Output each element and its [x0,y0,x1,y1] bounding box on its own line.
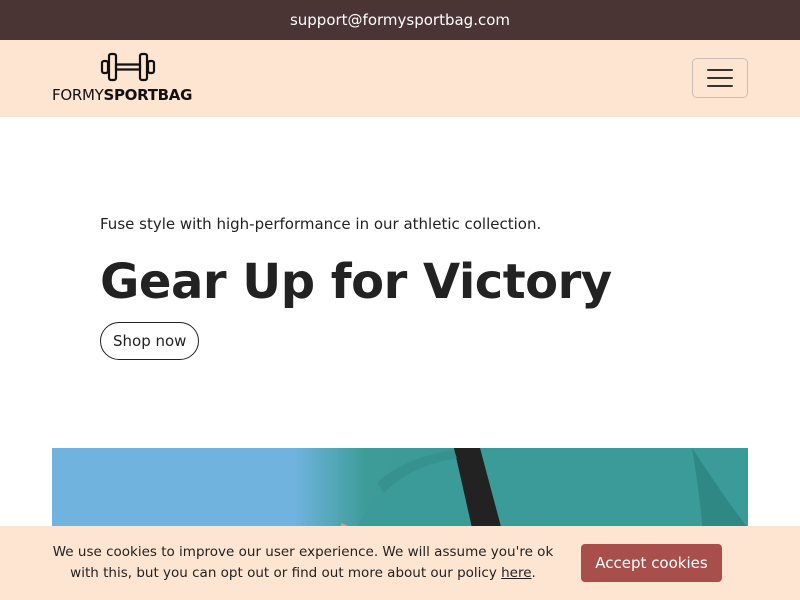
top-announcement-bar: support@formysportbag.com [0,0,800,40]
site-logo[interactable]: FORMYSPORTBAG [52,52,204,106]
hero-subtitle: Fuse style with high-performance in our … [100,215,542,233]
hero-section: Fuse style with high-performance in our … [100,214,720,360]
cookie-policy-link[interactable]: here [501,565,531,581]
cookie-text-after: . [531,565,536,581]
navbar: FORMYSPORTBAG [0,40,800,117]
cookie-banner: We use cookies to improve our user exper… [0,526,800,600]
cookie-message: We use cookies to improve our user exper… [50,542,556,584]
logo-wordmark: FORMYSPORTBAG [52,86,192,104]
menu-toggle-button[interactable] [692,58,748,98]
accept-cookies-button[interactable]: Accept cookies [581,544,722,582]
dumbbell-icon [100,52,156,82]
hero-title: Gear Up for Victory [100,254,612,310]
logo-text-light: FORMY [52,86,104,104]
support-email-link[interactable]: support@formysportbag.com [290,11,510,29]
cookie-text-before: We use cookies to improve our user exper… [52,544,554,581]
logo-text-bold: SPORTBAG [103,86,193,104]
shop-now-button[interactable]: Shop now [100,322,200,360]
hamburger-icon [707,69,733,87]
